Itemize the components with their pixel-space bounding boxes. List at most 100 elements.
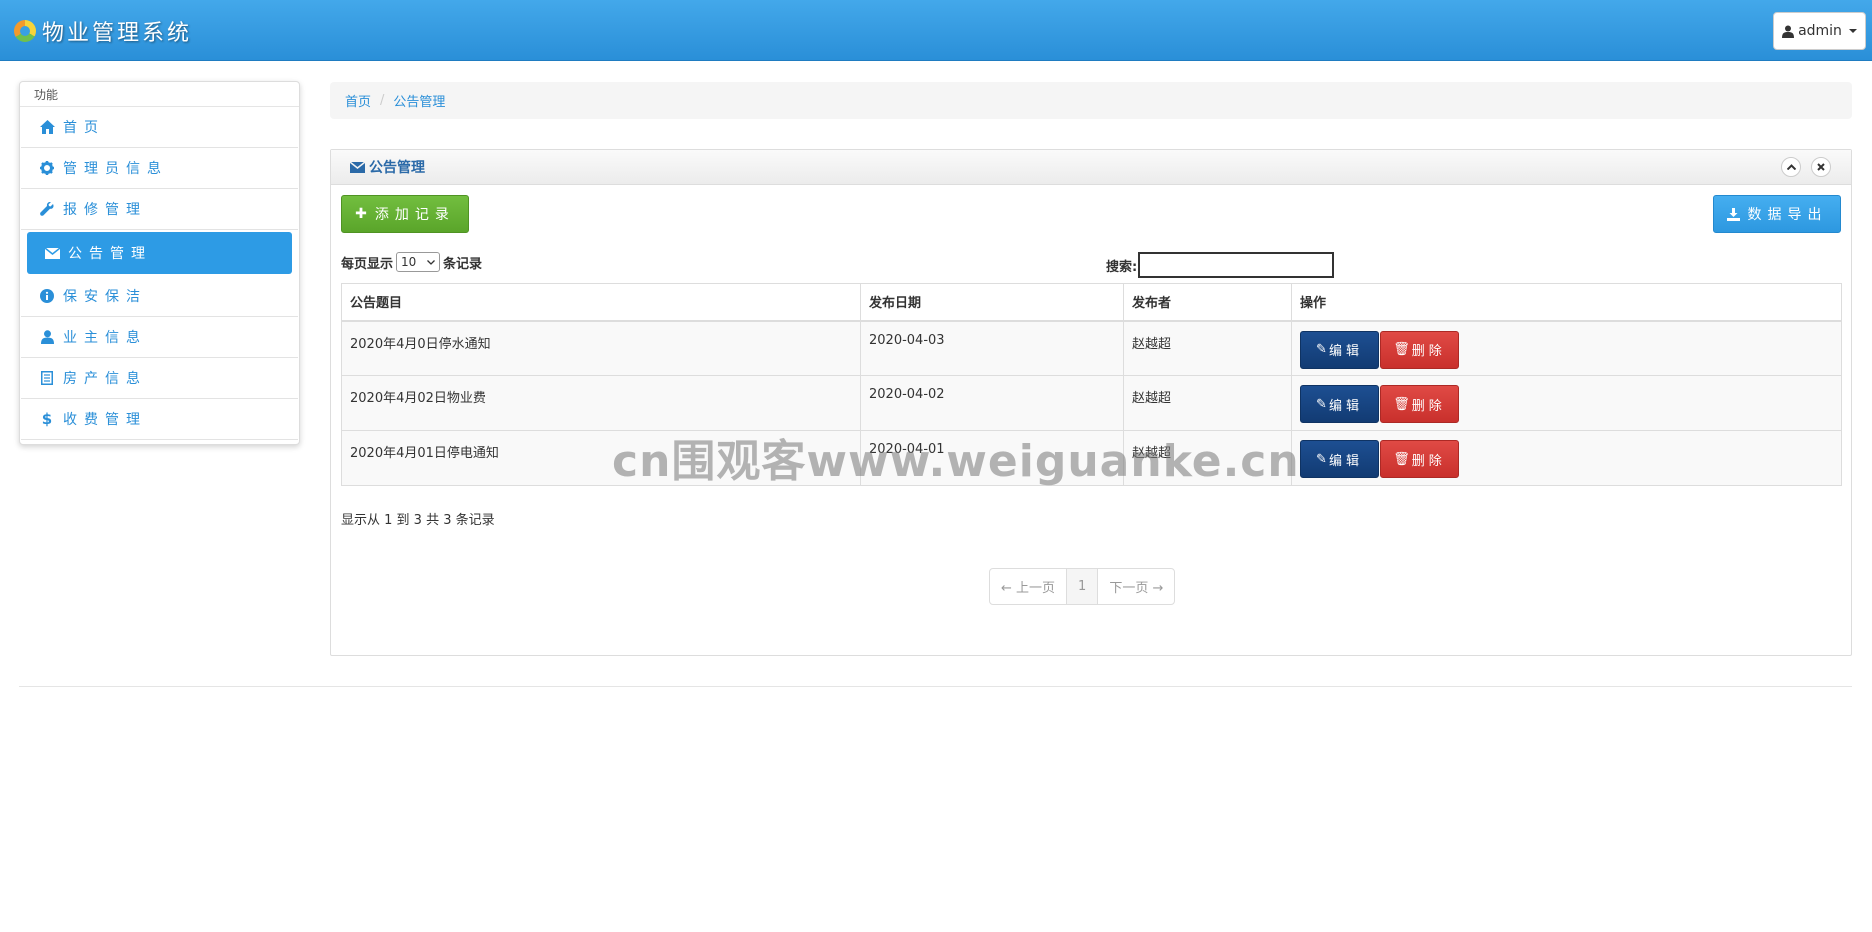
search-label: 搜索: — [1106, 259, 1138, 275]
sidebar-item-label: 业主信息 — [63, 330, 147, 346]
export-data-button[interactable]: 数据导出 — [1713, 195, 1841, 233]
envelope-icon — [43, 244, 61, 262]
home-icon — [38, 118, 56, 136]
export-data-label: 数据导出 — [1747, 207, 1828, 223]
table-header-row: 公告题目 发布日期 发布者 操作 — [341, 283, 1842, 322]
delete-label: 删除 — [1411, 453, 1446, 469]
sidebar-item-security[interactable]: 保安保洁 — [21, 276, 298, 317]
sidebar-item-label: 首页 — [63, 120, 105, 136]
close-icon — [1817, 163, 1825, 171]
sidebar-item-label: 管理员信息 — [63, 161, 168, 177]
add-record-button[interactable]: ✚ 添加记录 — [341, 195, 469, 233]
sidebar-item-fees[interactable]: $ 收费管理 — [21, 399, 298, 440]
envelope-icon — [350, 161, 365, 173]
edit-icon: ✎ — [1316, 396, 1327, 412]
edit-icon: ✎ — [1316, 451, 1327, 467]
page-length-suffix: 条记录 — [443, 256, 483, 272]
notice-table: 公告题目 发布日期 发布者 操作 2020年4月0日停水通知 2020-04-0… — [341, 283, 1842, 486]
user-menu-button[interactable]: admin — [1773, 12, 1866, 50]
user-name: admin — [1798, 23, 1842, 39]
page-length-select[interactable]: 10 — [396, 252, 441, 272]
edit-icon: ✎ — [1316, 342, 1327, 357]
cell-actions: ✎ 编辑 🗑 删除 — [1291, 430, 1842, 486]
gear-icon — [38, 159, 56, 177]
table-row: 2020年4月0日停水通知 2020-04-03 赵越超 ✎ 编辑 🗑 删除 — [341, 320, 1842, 376]
edit-button[interactable]: ✎ 编辑 — [1300, 330, 1379, 369]
prev-page-button[interactable]: ← 上一页 — [990, 569, 1066, 604]
delete-button[interactable]: 🗑 删除 — [1380, 330, 1459, 369]
add-record-label: 添加记录 — [374, 207, 455, 223]
column-header-title[interactable]: 公告题目 — [341, 283, 861, 322]
close-button[interactable] — [1811, 157, 1831, 177]
sidebar-item-notice[interactable]: 公告管理 — [27, 232, 292, 274]
sidebar: 功能 首页 管理员信息 报修管理 公告管理 保安保洁 业主信息 房产信息 $ 收… — [19, 81, 300, 445]
sidebar-item-repair[interactable]: 报修管理 — [21, 189, 298, 230]
app-title: 物业管理系统 — [42, 21, 193, 46]
cell-title: 2020年4月0日停水通知 — [341, 320, 861, 376]
cell-author: 赵越超 — [1123, 430, 1292, 486]
trash-icon: 🗑 — [1393, 342, 1410, 357]
brand[interactable]: 物业管理系统 — [14, 14, 192, 48]
sidebar-item-label: 报修管理 — [63, 202, 147, 218]
panel-header: 公告管理 — [331, 150, 1851, 185]
edit-label: 编辑 — [1328, 453, 1363, 469]
cell-date: 2020-04-01 — [860, 430, 1124, 486]
cell-title: 2020年4月02日物业费 — [341, 375, 861, 431]
breadcrumb-current[interactable]: 公告管理 — [393, 91, 445, 110]
cell-date: 2020-04-03 — [860, 320, 1124, 376]
page-length-value: 10 — [401, 255, 417, 269]
cell-actions: ✎ 编辑 🗑 删除 — [1291, 320, 1842, 376]
search-input[interactable] — [1138, 252, 1335, 278]
sidebar-item-property[interactable]: 房产信息 — [21, 358, 298, 399]
breadcrumb-separator: / — [380, 93, 385, 108]
logo-icon — [14, 20, 36, 42]
collapse-button[interactable] — [1781, 157, 1801, 177]
delete-label: 删除 — [1411, 344, 1446, 359]
cell-author: 赵越超 — [1123, 320, 1292, 376]
panel-title-text: 公告管理 — [369, 160, 425, 176]
trash-icon: 🗑 — [1393, 396, 1410, 412]
sidebar-item-label: 房产信息 — [63, 371, 147, 387]
wrench-icon — [38, 200, 56, 218]
top-navbar: 物业管理系统 admin — [0, 0, 1872, 61]
download-icon — [1726, 207, 1740, 221]
sidebar-item-label: 公告管理 — [68, 246, 152, 262]
column-header-date[interactable]: 发布日期 — [860, 283, 1124, 322]
trash-icon: 🗑 — [1393, 451, 1410, 467]
info-circle-icon — [38, 287, 56, 305]
cell-title: 2020年4月01日停电通知 — [341, 430, 861, 486]
sidebar-item-owner[interactable]: 业主信息 — [21, 317, 298, 358]
user-icon — [1782, 25, 1795, 38]
cell-actions: ✎ 编辑 🗑 删除 — [1291, 375, 1842, 431]
chevron-down-icon — [427, 259, 435, 265]
chevron-up-icon — [1786, 164, 1796, 170]
delete-button[interactable]: 🗑 删除 — [1380, 385, 1459, 423]
edit-button[interactable]: ✎ 编辑 — [1300, 385, 1379, 423]
edit-button[interactable]: ✎ 编辑 — [1300, 440, 1379, 478]
page-number-current[interactable]: 1 — [1066, 569, 1099, 604]
notice-panel: 公告管理 ✚ 添加记录 数据导出 每页显示 10 条记录 搜索: 公告题目 发布… — [330, 149, 1852, 656]
breadcrumb: 首页 / 公告管理 — [330, 82, 1852, 119]
table-info: 显示从 1 到 3 共 3 条记录 — [341, 513, 495, 528]
user-icon — [38, 328, 56, 346]
list-icon — [38, 369, 56, 387]
plus-icon: ✚ — [355, 206, 367, 222]
delete-button[interactable]: 🗑 删除 — [1380, 440, 1459, 478]
cell-date: 2020-04-02 — [860, 375, 1124, 431]
cell-author: 赵越超 — [1123, 375, 1292, 431]
sidebar-heading: 功能 — [20, 82, 299, 107]
dollar-icon: $ — [41, 410, 53, 428]
sidebar-item-home[interactable]: 首页 — [21, 107, 298, 148]
table-row: 2020年4月01日停电通知 2020-04-01 赵越超 ✎ 编辑 🗑 删除 — [341, 430, 1842, 486]
breadcrumb-home-link[interactable]: 首页 — [345, 91, 371, 110]
sidebar-item-label: 收费管理 — [63, 412, 147, 428]
column-header-actions: 操作 — [1291, 283, 1842, 322]
panel-tools — [1781, 157, 1831, 177]
page-length-prefix: 每页显示 — [341, 256, 394, 272]
delete-label: 删除 — [1411, 398, 1446, 414]
sidebar-item-admin-info[interactable]: 管理员信息 — [21, 148, 298, 189]
search-control: 搜索: — [1106, 252, 1335, 278]
next-page-button[interactable]: 下一页 → — [1098, 569, 1174, 604]
column-header-author[interactable]: 发布者 — [1123, 283, 1292, 322]
caret-down-icon — [1848, 29, 1857, 33]
